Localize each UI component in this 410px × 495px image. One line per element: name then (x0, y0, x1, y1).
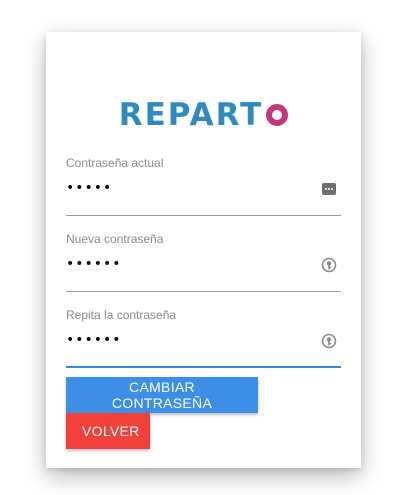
current-password-input[interactable]: ••••• (66, 180, 112, 196)
repeat-password-field: Repita la contraseña •••••• (66, 308, 341, 372)
new-password-underline (66, 291, 341, 292)
reparto-logo: REPART (46, 96, 361, 134)
current-password-label: Contraseña actual (66, 156, 164, 170)
repeat-password-label: Repita la contraseña (66, 308, 177, 322)
current-password-field: Contraseña actual ••••• (66, 156, 341, 220)
new-password-input[interactable]: •••••• (66, 256, 122, 272)
change-password-button[interactable]: CAMBIAR CONTRASEÑA (66, 377, 258, 413)
repeat-password-underline (66, 366, 341, 368)
current-password-underline (66, 215, 341, 216)
password-dots-icon[interactable] (321, 181, 337, 197)
key-icon[interactable] (321, 257, 337, 273)
new-password-label: Nueva contraseña (66, 232, 164, 246)
repeat-password-input[interactable]: •••••• (66, 332, 122, 348)
key-icon[interactable] (321, 333, 337, 349)
change-password-card: REPART Contraseña actual ••••• Nueva con… (46, 32, 361, 468)
new-password-field: Nueva contraseña •••••• (66, 232, 341, 296)
page: REPART Contraseña actual ••••• Nueva con… (0, 0, 410, 495)
logo-wordmark: REPART (118, 97, 264, 133)
logo-accent-o (266, 104, 289, 126)
back-button[interactable]: VOLVER (66, 413, 150, 449)
